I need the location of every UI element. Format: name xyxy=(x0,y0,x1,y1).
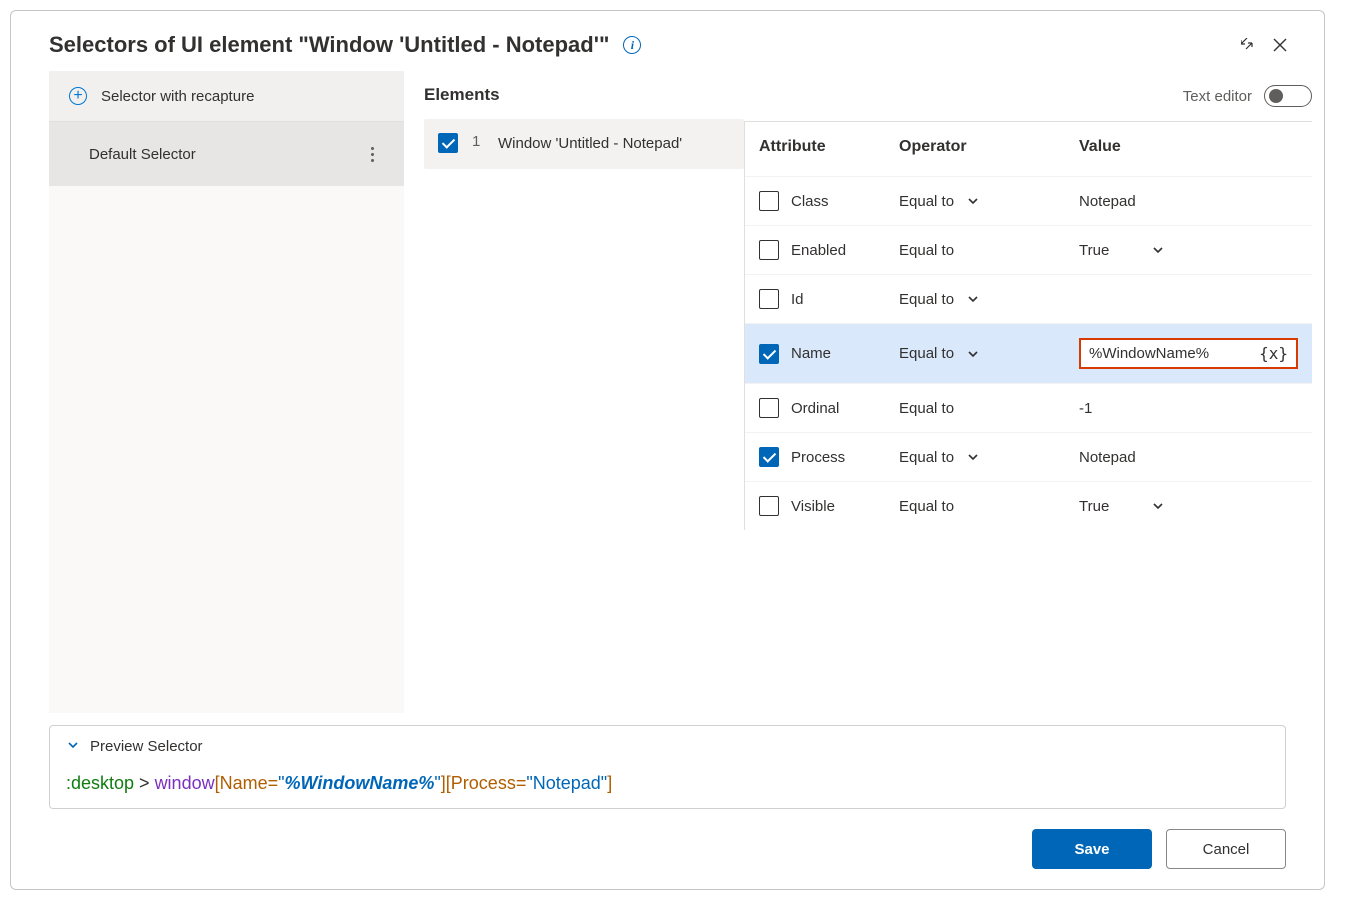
dialog-title: Selectors of UI element "Window 'Untitle… xyxy=(49,32,609,58)
preview-toggle[interactable]: Preview Selector xyxy=(66,738,1269,755)
selector-preview-text: :desktop > window[Name="%WindowName%"][P… xyxy=(66,773,1269,794)
attr-row-enabled: Enabled Equal to True xyxy=(745,225,1312,274)
attr-operator: Equal to xyxy=(899,242,954,259)
chevron-down-icon[interactable] xyxy=(1151,243,1165,257)
attr-value: -1 xyxy=(1079,400,1092,417)
text-editor-toggle[interactable] xyxy=(1264,85,1312,107)
content: + Selector with recapture Default Select… xyxy=(11,71,1324,713)
attribute-table-header: Attribute Operator Value xyxy=(745,122,1312,176)
attr-row-name: Name Equal to %WindowName%{x} xyxy=(745,323,1312,383)
attr-operator: Equal to xyxy=(899,291,954,308)
attr-operator: Equal to xyxy=(899,400,954,417)
col-value: Value xyxy=(1079,138,1298,156)
elements-column: Elements 1 Window 'Untitled - Notepad' xyxy=(424,71,744,713)
selector-item-default[interactable]: Default Selector xyxy=(49,122,404,186)
chevron-down-icon[interactable] xyxy=(966,347,980,361)
attr-value: True xyxy=(1079,242,1109,259)
chevron-down-icon[interactable] xyxy=(966,450,980,464)
attr-checkbox[interactable] xyxy=(759,344,779,364)
preview-panel: Preview Selector :desktop > window[Name=… xyxy=(49,725,1286,809)
attr-row-ordinal: Ordinal Equal to -1 xyxy=(745,383,1312,432)
element-number: 1 xyxy=(472,133,484,150)
add-selector-label: Selector with recapture xyxy=(101,88,254,105)
attr-name: Class xyxy=(791,193,829,210)
selector-sidebar: + Selector with recapture Default Select… xyxy=(49,71,404,713)
close-icon[interactable] xyxy=(1264,29,1296,61)
attr-row-id: Id Equal to xyxy=(745,274,1312,323)
attr-operator: Equal to xyxy=(899,449,954,466)
selector-builder-dialog: Selectors of UI element "Window 'Untitle… xyxy=(10,10,1325,890)
chevron-down-icon xyxy=(66,738,80,755)
chevron-down-icon[interactable] xyxy=(966,194,980,208)
titlebar: Selectors of UI element "Window 'Untitle… xyxy=(11,11,1324,71)
attributes-column: Text editor Attribute Operator Value Cla… xyxy=(744,71,1312,713)
element-checkbox[interactable] xyxy=(438,133,458,153)
save-button[interactable]: Save xyxy=(1032,829,1152,869)
attr-name: Id xyxy=(791,291,804,308)
dialog-footer: Save Cancel xyxy=(11,809,1324,889)
attr-operator: Equal to xyxy=(899,498,954,515)
attr-name: Name xyxy=(791,345,831,362)
col-attribute: Attribute xyxy=(759,138,899,156)
info-icon[interactable]: i xyxy=(623,36,641,54)
maximize-icon[interactable] xyxy=(1232,29,1264,61)
attribute-table: Attribute Operator Value Class Equal to No… xyxy=(744,122,1312,530)
kebab-icon[interactable] xyxy=(360,138,384,170)
text-editor-toggle-group: Text editor xyxy=(1183,85,1312,107)
element-item[interactable]: 1 Window 'Untitled - Notepad' xyxy=(424,119,744,169)
attr-row-process: Process Equal to Notepad xyxy=(745,432,1312,481)
variable-icon[interactable]: {x} xyxy=(1259,344,1288,363)
attr-checkbox[interactable] xyxy=(759,398,779,418)
attr-checkbox[interactable] xyxy=(759,191,779,211)
attr-value: Notepad xyxy=(1079,449,1136,466)
chevron-down-icon[interactable] xyxy=(966,292,980,306)
cancel-button[interactable]: Cancel xyxy=(1166,829,1286,869)
attr-row-class: Class Equal to Notepad xyxy=(745,176,1312,225)
preview-label: Preview Selector xyxy=(90,738,203,755)
attr-row-visible: Visible Equal to True xyxy=(745,481,1312,530)
attr-value: Notepad xyxy=(1079,193,1136,210)
attr-checkbox[interactable] xyxy=(759,496,779,516)
attr-operator: Equal to xyxy=(899,193,954,210)
text-editor-label: Text editor xyxy=(1183,88,1252,105)
attr-checkbox[interactable] xyxy=(759,240,779,260)
main-area: Elements 1 Window 'Untitled - Notepad' T… xyxy=(404,71,1324,713)
element-name: Window 'Untitled - Notepad' xyxy=(498,133,682,155)
add-selector-button[interactable]: + Selector with recapture xyxy=(49,71,404,122)
chevron-down-icon[interactable] xyxy=(1151,499,1165,513)
attr-value-input[interactable]: %WindowName%{x} xyxy=(1079,338,1298,369)
elements-header: Elements xyxy=(424,85,500,105)
attr-name: Enabled xyxy=(791,242,846,259)
attr-name: Visible xyxy=(791,498,835,515)
attr-name: Process xyxy=(791,449,845,466)
col-operator: Operator xyxy=(899,138,1079,156)
attr-checkbox[interactable] xyxy=(759,289,779,309)
attr-value: True xyxy=(1079,498,1109,515)
plus-icon: + xyxy=(69,87,87,105)
selector-item-label: Default Selector xyxy=(89,146,360,163)
attr-operator: Equal to xyxy=(899,345,954,362)
attr-checkbox[interactable] xyxy=(759,447,779,467)
attr-name: Ordinal xyxy=(791,400,839,417)
